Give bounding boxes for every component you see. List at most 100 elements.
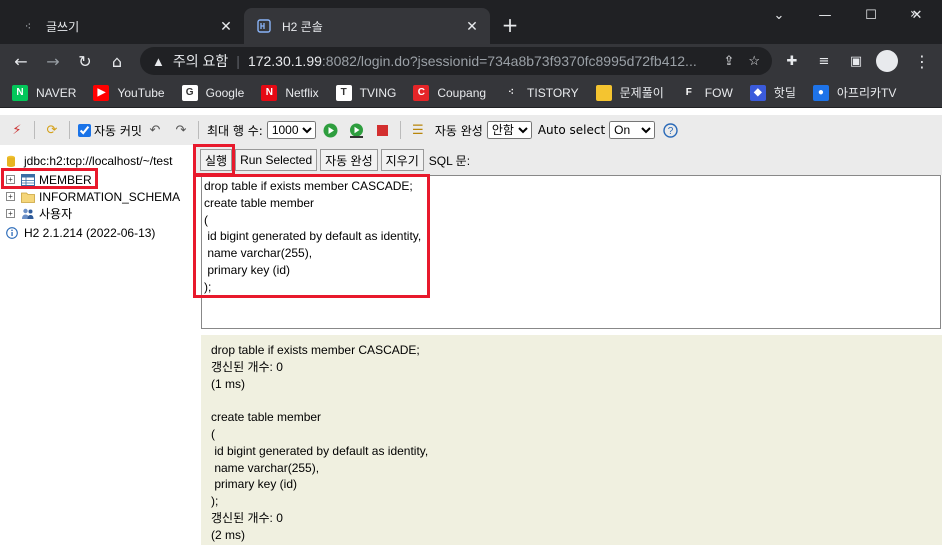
home-button[interactable]: ⌂ — [104, 48, 130, 74]
connection-node[interactable]: jdbc:h2:tcp://localhost/~/test — [6, 152, 172, 169]
bookmark-label: Coupang — [437, 85, 487, 100]
autocommit-label: 자동 커밋 — [94, 123, 142, 138]
bookmark-label: TVING — [359, 85, 397, 100]
back-button[interactable]: ← — [8, 48, 34, 74]
security-label[interactable]: 주의 요함 — [173, 51, 228, 71]
divider — [34, 121, 35, 139]
media-icon[interactable]: ≡ — [812, 49, 836, 73]
run-icon[interactable] — [322, 121, 340, 139]
tree-item-users[interactable]: + 사용자 — [6, 205, 72, 222]
bookmark-item[interactable]: ◆ 핫딜 — [749, 84, 796, 101]
expand-icon[interactable]: + — [6, 209, 15, 218]
divider — [197, 121, 199, 139]
folder-icon — [21, 192, 35, 203]
connection-label: jdbc:h2:tcp://localhost/~/test — [24, 153, 173, 168]
share-icon[interactable]: ⇪ — [723, 53, 734, 69]
bookmark-favicon-icon: ◆ — [749, 84, 766, 101]
divider: | — [236, 53, 240, 69]
browser-toolbar: ← → ↻ ⌂ ▲ 주의 요함 | 172.30.1.99 :8082/logi… — [0, 44, 942, 78]
url-path: :8082/login.do?jsessionid=734a8b73f9370f… — [321, 53, 697, 69]
bookmark-label: Netflix — [285, 85, 319, 100]
bookmark-favicon-icon: ⁖ — [503, 84, 520, 101]
maximize-icon[interactable]: ☐ — [848, 0, 894, 30]
address-bar[interactable]: ▲ 주의 요함 | 172.30.1.99 :8082/login.do?jse… — [140, 47, 772, 75]
bookmark-item[interactable]: ● 아프리카TV — [812, 84, 897, 101]
bookmark-item[interactable]: 문제풀이 — [595, 84, 664, 101]
tab-strip: ⁖ 글쓰기 ✕ H2 콘솔 ✕ + ⌄ — ☐ ✕ — [0, 0, 942, 44]
bookmark-favicon-icon: T — [335, 84, 352, 101]
bookmarks-bar: N NAVER ▶ YouTube G Google N Netflix T TVING C Coup… — [0, 78, 942, 108]
url-host: 172.30.1.99 — [247, 53, 322, 69]
highlight-box-run — [193, 144, 235, 176]
tab-h2-console[interactable]: H2 콘솔 ✕ — [244, 8, 490, 44]
tab-write[interactable]: ⁖ 글쓰기 ✕ — [8, 8, 244, 44]
help-icon[interactable]: ? — [661, 121, 679, 139]
sql-button-bar: 실행 Run Selected 자동 완성 지우기 SQL 문: — [196, 145, 942, 175]
bookmark-favicon-icon: N — [12, 84, 28, 101]
bookmark-favicon-icon — [595, 84, 612, 101]
h2-icon — [256, 18, 272, 34]
bookmark-item[interactable]: N Netflix — [261, 84, 319, 101]
bookmark-label: 문제풀이 — [619, 86, 664, 100]
extensions-icon[interactable]: ✚ — [780, 49, 804, 73]
refresh-icon[interactable]: ⟳ — [43, 121, 61, 139]
bookmark-label: 아프리카TV — [836, 86, 897, 100]
autoselect-label: Auto select — [537, 123, 606, 137]
autocomplete-label: 자동 완성 — [434, 123, 483, 138]
svg-text:?: ? — [667, 126, 673, 137]
more-bookmarks-icon[interactable]: » — [910, 6, 919, 22]
profile-avatar[interactable] — [876, 50, 898, 72]
highlight-box-member — [1, 168, 98, 189]
disconnect-icon[interactable]: ⚡ — [8, 121, 26, 139]
maxrows-select[interactable]: 1000 — [266, 121, 316, 139]
highlight-box-editor — [193, 174, 430, 298]
bookmark-label: YouTube — [117, 85, 165, 100]
bookmark-item[interactable]: F FOW — [680, 84, 733, 101]
stop-icon[interactable] — [374, 121, 392, 139]
tree-item-information-schema[interactable]: + INFORMATION_SCHEMA — [6, 188, 180, 205]
tab-title: H2 콘솔 — [282, 19, 323, 34]
autocommit-checkbox[interactable] — [78, 123, 91, 137]
forward-button[interactable]: → — [40, 48, 66, 74]
reload-button[interactable]: ↻ — [72, 48, 98, 74]
bookmark-favicon-icon: C — [413, 84, 430, 101]
clear-button[interactable]: 지우기 — [380, 149, 424, 171]
more-menu-icon[interactable]: ⋮ — [912, 49, 932, 73]
tree-item-label: 사용자 — [39, 207, 73, 221]
bookmark-label: Google — [205, 85, 245, 100]
bookmark-label: 핫딜 — [773, 86, 796, 100]
maxrows-label: 최대 행 수: — [206, 123, 263, 138]
side-panel-icon[interactable]: ▣ — [844, 49, 868, 73]
new-tab-button[interactable]: + — [498, 13, 522, 37]
autocomplete-button[interactable]: 자동 완성 — [320, 149, 378, 171]
warning-icon[interactable]: ▲ — [152, 54, 165, 69]
bookmark-item[interactable]: G Google — [181, 84, 245, 101]
history-icon[interactable]: ☰ — [409, 121, 427, 139]
bookmark-favicon-icon: ▶ — [93, 84, 110, 101]
bookmark-item[interactable]: T TVING — [335, 84, 397, 101]
expand-icon[interactable]: + — [6, 192, 15, 201]
autoselect-select[interactable]: On — [609, 121, 656, 139]
run-selected-icon[interactable] — [348, 121, 366, 139]
bookmark-item[interactable]: N NAVER — [12, 84, 76, 101]
sql-label: SQL 문: — [428, 153, 471, 168]
chevron-down-icon[interactable]: ⌄ — [756, 0, 802, 30]
rollback-icon[interactable]: ↶ — [146, 121, 164, 139]
result-panel: drop table if exists member CASCADE; 갱신된… — [201, 335, 942, 545]
autocomplete-select[interactable]: 안함 — [486, 121, 532, 139]
bookmark-favicon-icon: ● — [812, 84, 829, 101]
close-icon[interactable]: ✕ — [216, 16, 236, 36]
tab-title: 글쓰기 — [46, 19, 80, 34]
bookmark-item[interactable]: ▶ YouTube — [93, 84, 165, 101]
users-icon — [22, 208, 34, 219]
bookmark-item[interactable]: C Coupang — [413, 84, 487, 101]
version-info: H2 2.1.214 (2022-06-13) — [6, 224, 155, 241]
bookmark-star-icon[interactable]: ☆ — [748, 53, 760, 69]
close-icon[interactable]: ✕ — [462, 16, 482, 36]
info-icon — [6, 226, 18, 239]
bookmark-favicon-icon: N — [261, 84, 278, 101]
commit-icon[interactable]: ↷ — [172, 121, 190, 139]
bookmark-item[interactable]: ⁖ TISTORY — [503, 84, 579, 101]
minimize-icon[interactable]: — — [802, 0, 848, 30]
run-selected-button[interactable]: Run Selected — [235, 149, 318, 171]
